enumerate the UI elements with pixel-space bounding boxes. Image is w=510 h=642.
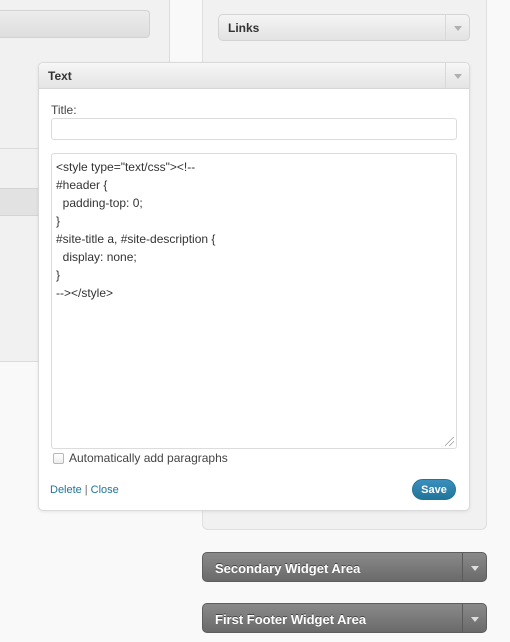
first-footer-widget-area-title: First Footer Widget Area <box>215 612 367 627</box>
secondary-widget-area-title: Secondary Widget Area <box>215 561 361 576</box>
chevron-down-icon <box>470 616 479 622</box>
code-line: } <box>56 268 61 282</box>
chevron-down-icon <box>453 74 462 79</box>
code-line: #header { <box>56 178 108 192</box>
chevron-down-icon <box>453 26 462 31</box>
links-widget[interactable]: Links <box>218 14 470 41</box>
links-widget-title: Links <box>228 21 260 35</box>
save-button[interactable]: Save <box>412 479 456 500</box>
text-widget: Text Title: <style type="text/css"><!-- … <box>38 62 470 511</box>
secondary-widget-area-toggle[interactable] <box>462 553 486 581</box>
code-line: #site-title a, #site-description { <box>56 232 216 246</box>
code-line: --></style> <box>56 286 114 300</box>
text-widget-toggle[interactable] <box>445 63 469 88</box>
auto-paragraphs-checkbox[interactable] <box>53 452 64 464</box>
text-widget-title: Text <box>48 69 72 83</box>
title-input[interactable] <box>51 118 457 140</box>
resize-grip-icon[interactable] <box>445 437 454 446</box>
widget-content-textarea[interactable]: <style type="text/css"><!-- #header { pa… <box>51 153 457 449</box>
first-footer-widget-area[interactable]: First Footer Widget Area <box>202 603 487 633</box>
auto-paragraphs-option[interactable]: Automatically add paragraphs <box>53 451 228 465</box>
close-link[interactable]: Close <box>91 484 119 496</box>
code-line: padding-top: 0; <box>56 196 143 210</box>
secondary-widget-area[interactable]: Secondary Widget Area <box>202 552 487 582</box>
code-line: } <box>56 214 61 228</box>
available-widget-bar[interactable] <box>0 10 150 38</box>
widget-control-links: Delete | Close <box>50 484 119 496</box>
link-separator: | <box>84 484 88 496</box>
first-footer-widget-area-toggle[interactable] <box>462 604 486 632</box>
code-line: <style type="text/css"><!-- <box>56 160 196 174</box>
auto-paragraphs-label: Automatically add paragraphs <box>69 451 228 465</box>
code-line: display: none; <box>56 250 137 264</box>
delete-link[interactable]: Delete <box>50 484 82 496</box>
title-field-label: Title: <box>51 103 77 117</box>
text-widget-header[interactable]: Text <box>39 63 469 89</box>
links-widget-toggle[interactable] <box>445 15 469 40</box>
chevron-down-icon <box>470 565 479 571</box>
